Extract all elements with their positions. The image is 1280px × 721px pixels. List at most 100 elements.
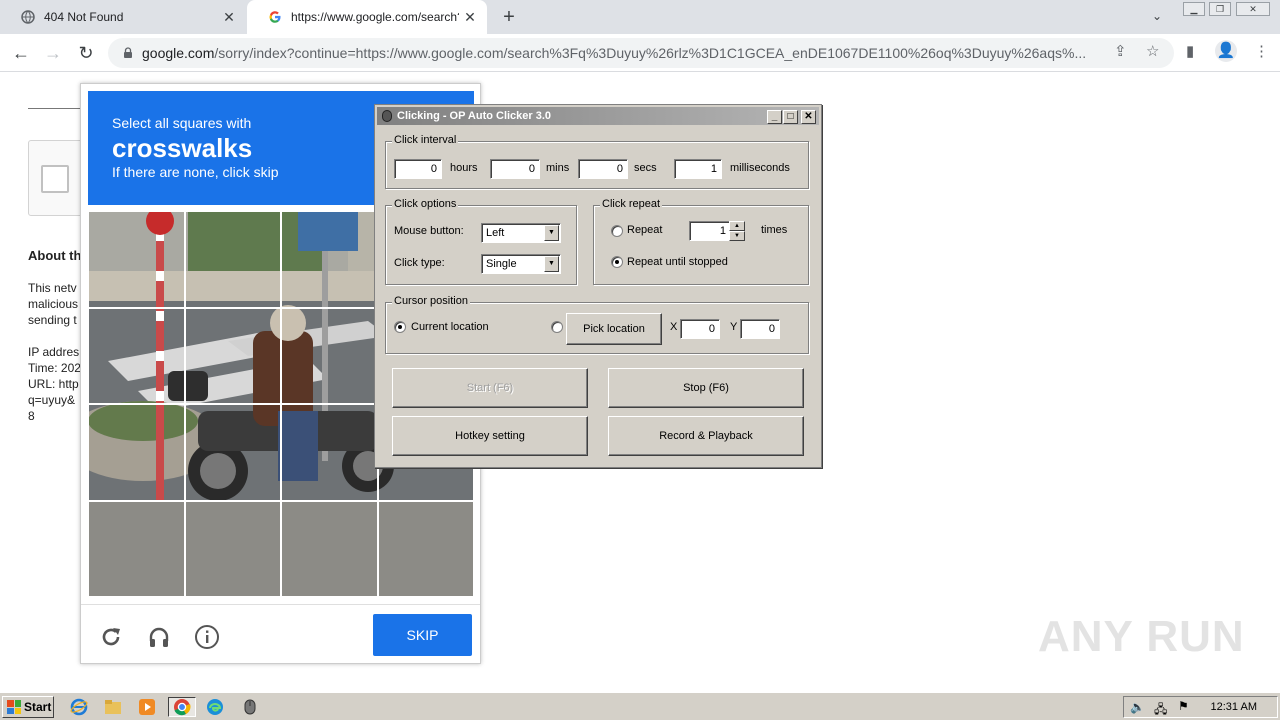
paragraph-line: URL: http (28, 377, 79, 391)
internet-explorer-icon[interactable] (68, 697, 90, 717)
spin-down-icon[interactable]: ▼ (729, 231, 745, 241)
media-player-icon[interactable] (136, 697, 158, 717)
click-type-select[interactable]: Single ▼ (481, 254, 561, 274)
captcha-tile[interactable] (184, 500, 281, 597)
repeat-radio[interactable] (611, 225, 623, 237)
captcha-tile[interactable] (281, 500, 378, 597)
captcha-tile[interactable] (184, 307, 281, 404)
flag-icon[interactable]: ⚑ (1178, 699, 1189, 713)
mouse-button-select[interactable]: Left ▼ (481, 223, 561, 243)
close-window-icon[interactable]: ✕ (1236, 2, 1270, 16)
captcha-tile[interactable] (88, 307, 185, 404)
hours-label: hours (450, 162, 478, 174)
captcha-tile[interactable] (88, 500, 185, 597)
captcha-tile[interactable] (377, 500, 474, 597)
spin-up-icon[interactable]: ▲ (729, 221, 745, 231)
milliseconds-field[interactable]: 1 (674, 159, 722, 179)
share-icon[interactable]: ⇪ (1114, 42, 1127, 60)
start-label: Start (24, 700, 52, 714)
info-icon[interactable] (193, 623, 221, 651)
volume-icon[interactable]: 🔈 (1130, 700, 1145, 714)
address-bar[interactable]: google.com/sorry/index?continue=https://… (108, 38, 1174, 68)
chevron-down-icon[interactable]: ⌄ (1152, 9, 1162, 23)
recaptcha-widget[interactable] (28, 140, 88, 216)
mins-field[interactable]: 0 (490, 159, 540, 179)
captcha-tile[interactable] (184, 211, 281, 308)
recaptcha-checkbox[interactable] (41, 165, 69, 193)
pick-location-radio[interactable] (551, 321, 563, 333)
forward-arrow-icon[interactable]: → (42, 42, 64, 64)
skip-button[interactable]: SKIP (373, 614, 472, 656)
anyrun-watermark: ANY RUN (1038, 612, 1245, 661)
taskbar: Start 🔈 🖧 ⚑ 12:31 AM (0, 692, 1280, 720)
captcha-tile[interactable] (281, 211, 378, 308)
hours-field[interactable]: 0 (394, 159, 442, 179)
captcha-tile[interactable] (281, 307, 378, 404)
new-tab-button[interactable]: + (498, 6, 520, 28)
repeat-until-stopped-radio[interactable] (611, 256, 623, 268)
stop-button[interactable]: Stop (F6) (608, 368, 804, 408)
record-playback-button[interactable]: Record & Playback (608, 416, 804, 456)
maximize-icon[interactable]: □ (783, 110, 798, 124)
y-label: Y (730, 321, 738, 333)
auto-clicker-taskbar-icon[interactable] (236, 697, 264, 717)
google-icon (267, 9, 283, 25)
captcha-tile[interactable] (281, 404, 378, 501)
x-coordinate-field[interactable]: 0 (680, 319, 720, 339)
click-type-value: Single (486, 258, 517, 270)
mins-label: mins (546, 162, 570, 174)
paragraph-line: Time: 202 (28, 361, 81, 375)
restore-icon[interactable]: ❐ (1209, 2, 1231, 16)
y-coordinate-field[interactable]: 0 (740, 319, 780, 339)
paragraph-line: sending t (28, 313, 77, 327)
edge-icon[interactable] (204, 697, 226, 717)
pick-location-button[interactable]: Pick location (566, 313, 662, 345)
repeat-count-spinner[interactable]: ▲ ▼ (729, 221, 745, 241)
captcha-tile[interactable] (184, 404, 281, 501)
file-explorer-icon[interactable] (102, 697, 124, 717)
captcha-tile[interactable] (88, 211, 185, 308)
tab-title: https://www.google.com/search?q= (291, 10, 459, 24)
headphones-icon[interactable] (145, 623, 173, 651)
profile-avatar-icon[interactable]: 👤 (1215, 40, 1237, 62)
x-label: X (670, 321, 678, 333)
star-icon[interactable]: ☆ (1146, 42, 1159, 60)
reload-icon[interactable]: ↻ (75, 42, 97, 64)
minimize-icon[interactable]: _ (767, 110, 782, 124)
minimize-icon[interactable]: ▁ (1183, 2, 1205, 16)
system-clock[interactable]: 12:31 AM (1211, 701, 1257, 713)
click-repeat-group: Click repeat (593, 198, 809, 285)
paragraph-line: 8 (28, 409, 35, 423)
dropdown-arrow-icon[interactable]: ▼ (544, 225, 559, 241)
more-menu-icon[interactable]: ⋮ (1254, 42, 1269, 60)
current-location-label: Current location (411, 321, 489, 333)
chrome-icon[interactable] (168, 697, 196, 717)
repeat-count-field[interactable]: 1 (689, 221, 731, 241)
network-icon[interactable]: 🖧 (1154, 700, 1167, 721)
back-arrow-icon[interactable]: ← (10, 42, 32, 64)
close-icon[interactable]: ✕ (801, 110, 816, 124)
reload-icon[interactable] (97, 623, 125, 651)
hotkey-setting-button[interactable]: Hotkey setting (392, 416, 588, 456)
window-titlebar[interactable]: Clicking - OP Auto Clicker 3.0 _ □ ✕ (377, 107, 819, 125)
captcha-tile[interactable] (88, 404, 185, 501)
start-button[interactable]: Start (F6) (392, 368, 588, 408)
side-panel-icon[interactable]: ▮ (1186, 42, 1194, 60)
secs-field[interactable]: 0 (578, 159, 628, 179)
tab-404-not-found[interactable]: 404 Not Found ✕ (0, 0, 246, 34)
close-tab-icon[interactable]: ✕ (218, 9, 240, 26)
start-button[interactable]: Start (2, 696, 54, 718)
auto-clicker-window: Clicking - OP Auto Clicker 3.0 _ □ ✕ Cli… (374, 104, 822, 468)
tab-google-search[interactable]: https://www.google.com/search?q= ✕ (247, 0, 487, 34)
mouse-button-value: Left (486, 227, 505, 239)
current-location-radio[interactable] (394, 321, 406, 333)
challenge-footer: SKIP (81, 604, 480, 664)
dropdown-arrow-icon[interactable]: ▼ (544, 256, 559, 272)
paragraph-line: IP addres (28, 345, 80, 359)
close-tab-icon[interactable]: ✕ (459, 9, 481, 26)
paragraph-line: This netv (28, 281, 77, 295)
globe-icon (20, 9, 36, 25)
browser-toolbar: ← → ↻ google.com/sorry/index?continue=ht… (0, 34, 1280, 72)
lock-icon (124, 47, 132, 58)
secs-label: secs (634, 162, 657, 174)
